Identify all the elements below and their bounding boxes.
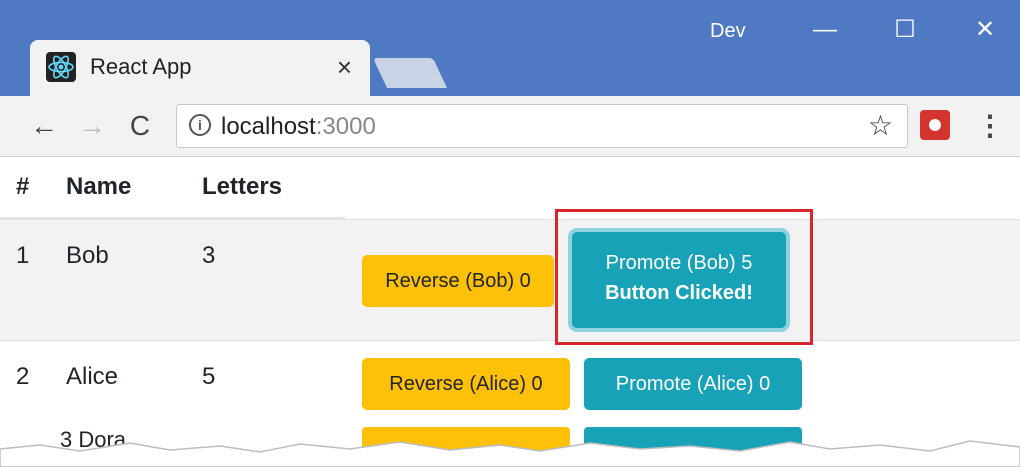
close-window-icon[interactable]: ✕ — [960, 10, 1010, 50]
tab-react-app[interactable]: React App × — [30, 40, 370, 96]
reverse-button[interactable]: Reverse (Alice) 0 — [362, 358, 570, 410]
back-arrow-icon[interactable]: ← — [24, 106, 64, 146]
row-name: Bob — [66, 242, 109, 269]
profile-label[interactable]: Dev — [710, 20, 746, 43]
react-logo-icon — [46, 52, 76, 82]
header-letters: Letters — [202, 173, 283, 200]
url-host: localhost — [221, 113, 316, 140]
promote-button[interactable]: Promote (Alice) 0 — [584, 358, 802, 410]
row-number: 1 — [16, 242, 30, 269]
browser-menu-icon[interactable]: ⋮ — [975, 106, 1005, 146]
header-name: Name — [66, 173, 132, 200]
row-letters: 5 — [202, 363, 216, 390]
tab-close-icon[interactable]: × — [337, 52, 352, 82]
info-icon[interactable]: i — [189, 114, 211, 136]
table-row: 1 Bob 3 Reverse (Bob) 0 Promote (Bob) 5 … — [0, 219, 1020, 340]
url-text: localhost:3000 — [221, 113, 376, 141]
reverse-button[interactable]: Reverse (Bob) 0 — [362, 255, 554, 307]
forward-arrow-icon[interactable]: → — [72, 106, 112, 146]
page-content: # Name Letters 1 Bob 3 Reverse (Bob) 0 P… — [0, 157, 1020, 467]
browser-title-bar: React App × Dev — ☐ ✕ — [0, 0, 1020, 96]
row-number: 2 — [16, 363, 30, 390]
torn-edge — [0, 440, 1020, 467]
header-number: # — [16, 173, 30, 200]
tab-title: React App — [90, 54, 192, 79]
maximize-icon[interactable]: ☐ — [880, 10, 930, 50]
bookmark-star-icon[interactable]: ☆ — [868, 109, 893, 142]
table-row: 2 Alice 5 Reverse (Alice) 0 Promote (Ali… — [0, 340, 1020, 426]
row-name: Alice — [66, 363, 119, 390]
highlight-box — [555, 209, 813, 345]
row-letters: 3 — [202, 242, 216, 269]
address-bar[interactable]: i localhost:3000 ☆ — [176, 104, 908, 148]
new-tab-button[interactable] — [373, 58, 447, 88]
url-port: :3000 — [315, 113, 376, 140]
minimize-icon[interactable]: — — [800, 10, 850, 50]
reload-icon[interactable]: C — [120, 106, 160, 146]
browser-toolbar: ← → C i localhost:3000 ☆ ⋮ — [0, 96, 1020, 157]
extension-icon[interactable] — [920, 110, 950, 140]
